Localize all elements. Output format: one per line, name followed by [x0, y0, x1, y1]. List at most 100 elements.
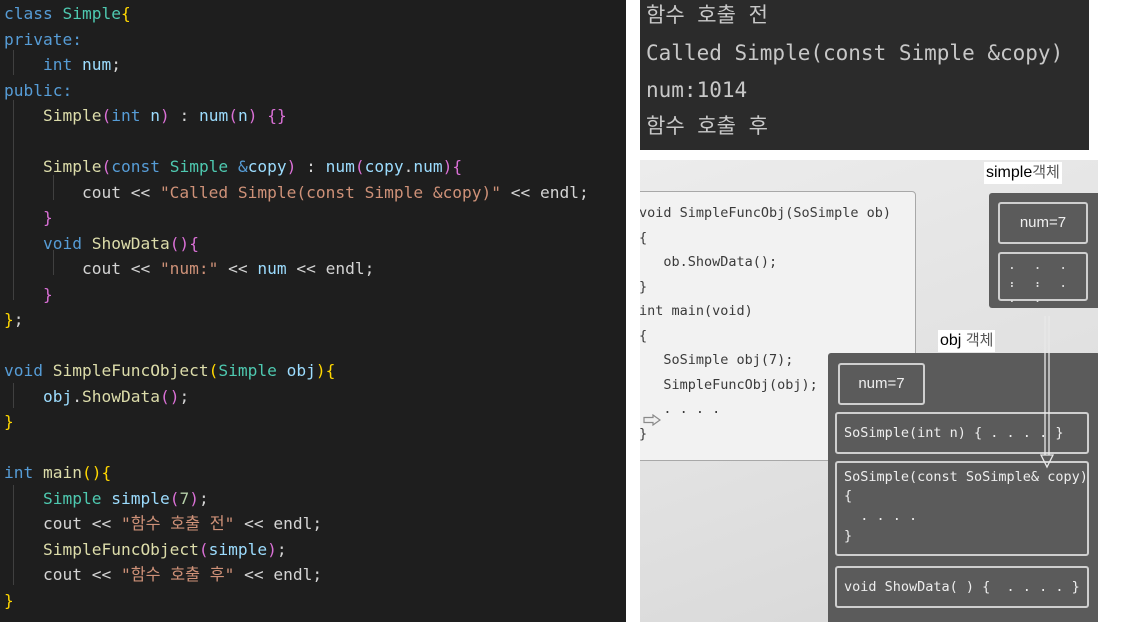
code-line: SimpleFuncObject(simple); [4, 537, 287, 562]
code-line: void ShowData(){ [4, 231, 199, 256]
code-token: ) [286, 157, 297, 176]
code-token: . [72, 386, 82, 406]
code-token: copy [247, 157, 287, 176]
code-token: : [169, 106, 199, 125]
code-token: main [42, 463, 82, 482]
code-token: SimpleFuncObject [52, 361, 209, 380]
code-token: n [237, 106, 248, 125]
code-token: const [111, 157, 170, 176]
code-token: cout << [42, 565, 121, 584]
code-token: ) [247, 106, 258, 125]
code-token: ( [208, 361, 219, 380]
code-token: private: [4, 29, 82, 49]
code-token: } [4, 310, 14, 329]
arrow-down-icon [1039, 316, 1055, 469]
code-line: void SimpleFuncObject(Simple obj){ [4, 358, 335, 383]
code-token: {} [267, 106, 287, 125]
code-token: simple [111, 488, 170, 508]
code-token: () [169, 233, 190, 253]
code-token: num [198, 106, 229, 125]
code-line: cout << "함수 호출 후" << endl; [4, 562, 322, 587]
code-line: private: [4, 27, 82, 52]
code-token: Simple [62, 4, 121, 23]
code-token: << endl; [234, 565, 323, 584]
code-token: int [42, 55, 82, 74]
code-token: ) [159, 106, 170, 125]
console-line: 함수 호출 전 [646, 3, 768, 27]
code-line: Simple simple(7); [4, 486, 209, 511]
code-line: } [4, 205, 53, 230]
code-line: cout << "num:" << num << endl; [4, 256, 374, 281]
code-token: { [189, 233, 199, 253]
code-token: n [150, 106, 160, 125]
code-token: ) [189, 488, 199, 508]
code-token: void [4, 361, 53, 380]
code-line: class Simple{ [4, 1, 131, 26]
code-line: cout << "함수 호출 전" << endl; [4, 511, 322, 536]
code-token: << endl; [501, 182, 589, 202]
code-token: ) [315, 361, 326, 380]
code-token: Simple [42, 157, 102, 176]
code-token: public: [4, 80, 73, 100]
code-token: } [4, 590, 14, 610]
code-line: int num; [4, 52, 121, 77]
code-token: num [325, 157, 355, 176]
code-line: } [4, 409, 14, 434]
code-token: num [413, 157, 443, 176]
code-token: Simple [218, 361, 287, 380]
code-token: int [111, 106, 151, 125]
book-diagram-photo: void SimpleFuncObj(SoSimple ob) { ob.Sho… [640, 160, 1098, 622]
code-token: << endl; [286, 259, 375, 278]
code-token: ; [198, 488, 209, 508]
code-token: copy [364, 157, 404, 176]
code-token: ; [276, 539, 287, 559]
code-token: () [159, 386, 180, 406]
code-token: ( [354, 157, 365, 176]
code-token: ( [228, 106, 238, 125]
code-token: num [81, 55, 112, 74]
code-token: } [42, 208, 53, 227]
code-token: obj [286, 361, 316, 380]
code-token: << [218, 259, 258, 278]
console-output: 함수 호출 전 Called Simple(const Simple &copy… [640, 0, 1089, 150]
code-token: ShowData [91, 233, 170, 253]
code-token: { [101, 463, 112, 482]
code-token: 7 [179, 488, 190, 508]
code-token: "함수 호출 전" [120, 514, 235, 533]
code-line: } [4, 282, 53, 307]
code-token: cout << [42, 514, 121, 533]
code-token: Simple [42, 488, 112, 508]
code-token: "num:" [159, 259, 219, 278]
code-token: class [4, 4, 63, 23]
code-token: ( [198, 539, 209, 559]
code-token: "함수 호출 후" [120, 565, 235, 584]
code-line: int main(){ [4, 460, 111, 485]
code-editor[interactable]: class Simple{private: int num; public: Si… [0, 0, 626, 622]
code-token: } [42, 284, 53, 304]
code-token: & [237, 157, 248, 176]
code-line: public: [4, 78, 72, 103]
code-token: () [81, 463, 102, 482]
code-line: cout << "Called Simple(const Simple &cop… [4, 180, 589, 205]
code-line: obj.ShowData(); [4, 384, 189, 409]
code-token: cout << [81, 182, 160, 202]
code-token: obj [42, 386, 73, 406]
code-line: Simple(const Simple &copy) : num(copy.nu… [4, 154, 462, 179]
code-token: ; [111, 55, 121, 74]
code-token: ; [13, 310, 24, 329]
code-token: : [296, 157, 326, 176]
code-token: { [325, 361, 336, 380]
console-line: 함수 호출 후 [646, 114, 768, 138]
code-token: ) [442, 157, 453, 176]
